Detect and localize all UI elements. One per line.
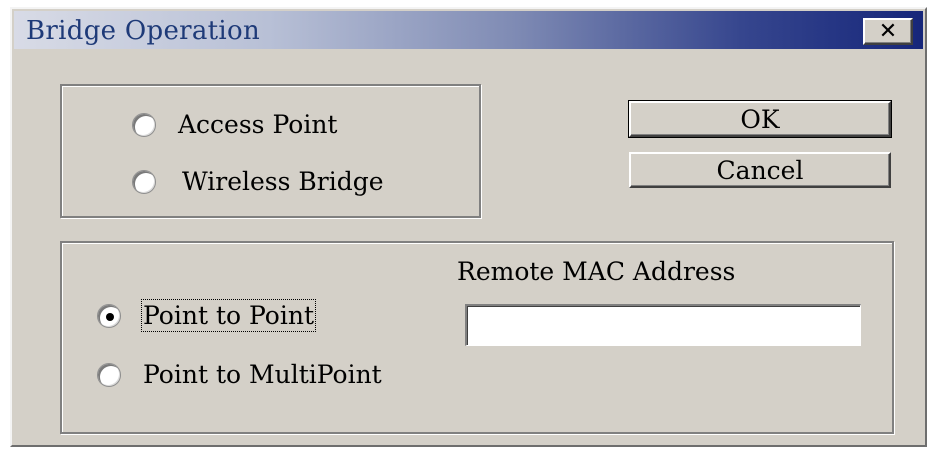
radio-label: Point to Point — [141, 299, 316, 332]
cancel-button[interactable]: Cancel — [629, 152, 891, 188]
radio-access-point[interactable]: Access Point — [132, 110, 337, 139]
radio-wireless-bridge[interactable]: Wireless Bridge — [132, 167, 384, 196]
radio-circle[interactable] — [132, 169, 156, 194]
title-bar: Bridge Operation ✕ — [14, 11, 923, 49]
ok-button[interactable]: OK — [628, 100, 892, 138]
close-button[interactable]: ✕ — [863, 18, 913, 45]
radio-label: Access Point — [178, 110, 338, 139]
radio-label: Wireless Bridge — [182, 167, 384, 196]
radio-circle[interactable] — [97, 362, 121, 387]
dialog-title: Bridge Operation — [26, 16, 261, 46]
close-icon: ✕ — [878, 18, 898, 44]
radio-circle-checked[interactable] — [97, 303, 121, 328]
radio-label: Point to MultiPoint — [143, 360, 382, 389]
bridge-operation-dialog: Bridge Operation ✕ Access Point Wireless… — [10, 7, 927, 447]
remote-mac-label: Remote MAC Address — [457, 257, 736, 286]
remote-mac-input[interactable] — [465, 304, 861, 346]
radio-point-to-multipoint[interactable]: Point to MultiPoint — [97, 360, 382, 389]
radio-point-to-point[interactable]: Point to Point — [97, 299, 316, 332]
operation-mode-group — [60, 84, 481, 218]
radio-circle[interactable] — [132, 112, 156, 137]
